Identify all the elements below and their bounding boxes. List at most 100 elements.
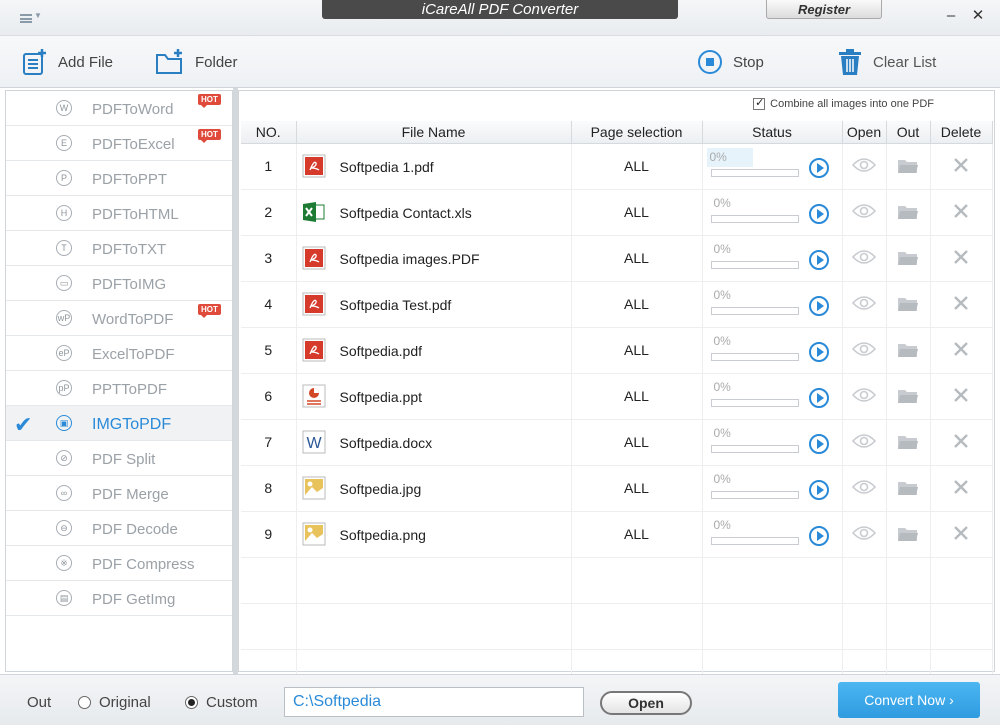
sidebar-item-pdftoimg[interactable]: ▭ PDFToIMG <box>6 266 232 301</box>
add-file-button[interactable]: Add File <box>20 46 113 78</box>
page-selection-cell[interactable]: ALL <box>571 281 703 328</box>
page-selection-cell[interactable]: ALL <box>571 235 703 282</box>
sidebar-item-pdf-split[interactable]: ⊘ PDF Split <box>6 441 232 476</box>
delete-x-icon[interactable] <box>953 249 969 265</box>
table-row[interactable]: 4 Softpedia Test.pdf ALL 0% <box>241 281 993 328</box>
delete-x-icon[interactable] <box>953 341 969 357</box>
start-convert-icon[interactable] <box>808 157 829 178</box>
col-out[interactable]: Out <box>886 121 931 144</box>
custom-radio-dot[interactable] <box>185 696 198 709</box>
sidebar-item-imgtopdf[interactable]: ✔ ▣ IMGToPDF <box>6 406 232 441</box>
start-convert-icon[interactable] <box>808 433 829 454</box>
start-convert-icon[interactable] <box>808 479 829 500</box>
sidebar-item-exceltopdf[interactable]: eP ExcelToPDF <box>6 336 232 371</box>
delete-x-icon[interactable] <box>953 295 969 311</box>
table-row[interactable]: 6 Softpedia.ppt ALL 0% <box>241 373 993 420</box>
delete-x-icon[interactable] <box>953 479 969 495</box>
open-folder-icon[interactable] <box>897 525 919 543</box>
open-folder-icon[interactable] <box>897 203 919 221</box>
table-row[interactable]: 7 W Softpedia.docx ALL 0% <box>241 419 993 466</box>
page-selection-cell[interactable]: ALL <box>571 327 703 374</box>
open-folder-icon[interactable] <box>897 433 919 451</box>
col-page-selection[interactable]: Page selection <box>571 121 703 144</box>
preview-eye-icon[interactable] <box>852 295 876 311</box>
preview-eye-icon[interactable] <box>852 157 876 173</box>
sidebar-item-pdftoppt[interactable]: P PDFToPPT <box>6 161 232 196</box>
sidebar-item-pdf-getimg[interactable]: ▤ PDF GetImg <box>6 581 232 616</box>
delete-x-icon[interactable] <box>953 157 969 173</box>
sidebar-item-pdftoword[interactable]: W PDFToWord HOT <box>6 91 232 126</box>
folder-button[interactable]: Folder <box>155 46 238 78</box>
page-selection-cell[interactable]: ALL <box>571 465 703 512</box>
table-row[interactable]: 1 Softpedia 1.pdf ALL 0% <box>241 143 993 190</box>
open-folder-icon[interactable] <box>897 479 919 497</box>
table-row[interactable]: 8 Softpedia.jpg ALL 0% <box>241 465 993 512</box>
sidebar-item-pdftohtml[interactable]: H PDFToHTML <box>6 196 232 231</box>
original-radio-dot[interactable] <box>78 696 91 709</box>
page-selection-cell[interactable]: ALL <box>571 143 703 190</box>
open-folder-icon[interactable] <box>897 387 919 405</box>
clear-list-button[interactable]: Clear List <box>837 46 936 78</box>
file-name-cell[interactable]: Softpedia.ppt <box>296 373 572 420</box>
file-name-cell[interactable]: Softpedia.pdf <box>296 327 572 374</box>
table-row[interactable]: 9 Softpedia.png ALL 0% <box>241 511 993 558</box>
open-folder-icon[interactable] <box>897 157 919 175</box>
start-convert-icon[interactable] <box>808 341 829 362</box>
close-button[interactable]: ✕ <box>970 8 986 24</box>
delete-x-icon[interactable] <box>953 203 969 219</box>
open-folder-button[interactable]: Open <box>600 691 692 715</box>
col-no[interactable]: NO. <box>241 121 297 144</box>
start-convert-icon[interactable] <box>808 249 829 270</box>
file-name-cell[interactable]: W Softpedia.docx <box>296 419 572 466</box>
page-selection-cell[interactable]: ALL <box>571 189 703 236</box>
delete-x-icon[interactable] <box>953 433 969 449</box>
file-name-cell[interactable]: Softpedia Contact.xls <box>296 189 572 236</box>
col-status[interactable]: Status <box>702 121 843 144</box>
page-selection-cell[interactable]: ALL <box>571 511 703 558</box>
file-name-cell[interactable]: Softpedia 1.pdf <box>296 143 572 190</box>
sidebar-item-pdf-merge[interactable]: ∞ PDF Merge <box>6 476 232 511</box>
stop-button[interactable]: Stop <box>697 46 764 78</box>
col-delete[interactable]: Delete <box>930 121 993 144</box>
sidebar-item-pdf-decode[interactable]: ⊖ PDF Decode <box>6 511 232 546</box>
file-name-cell[interactable]: Softpedia Test.pdf <box>296 281 572 328</box>
sidebar-item-pdf-compress[interactable]: ※ PDF Compress <box>6 546 232 581</box>
preview-eye-icon[interactable] <box>852 479 876 495</box>
file-name-cell[interactable]: Softpedia.jpg <box>296 465 572 512</box>
preview-eye-icon[interactable] <box>852 341 876 357</box>
original-radio[interactable]: Original <box>78 694 151 711</box>
sidebar-item-ppttopdf[interactable]: pP PPTToPDF <box>6 371 232 406</box>
custom-radio[interactable]: Custom <box>185 694 258 711</box>
combine-images-option[interactable]: Combine all images into one PDF <box>753 96 934 110</box>
delete-x-icon[interactable] <box>953 525 969 541</box>
start-convert-icon[interactable] <box>808 387 829 408</box>
menu-icon[interactable]: ▼ <box>20 11 50 25</box>
delete-x-icon[interactable] <box>953 387 969 403</box>
combine-checkbox[interactable] <box>753 96 766 110</box>
preview-eye-icon[interactable] <box>852 525 876 541</box>
register-button[interactable]: Register <box>766 0 882 19</box>
col-open[interactable]: Open <box>842 121 887 144</box>
file-name-cell[interactable]: Softpedia.png <box>296 511 572 558</box>
preview-eye-icon[interactable] <box>852 387 876 403</box>
preview-eye-icon[interactable] <box>852 203 876 219</box>
col-file-name[interactable]: File Name <box>296 121 572 144</box>
table-row[interactable]: 3 Softpedia images.PDF ALL 0% <box>241 235 993 282</box>
open-folder-icon[interactable] <box>897 249 919 267</box>
start-convert-icon[interactable] <box>808 295 829 316</box>
minimize-button[interactable]: – <box>943 8 959 24</box>
page-selection-cell[interactable]: ALL <box>571 419 703 466</box>
table-row[interactable]: 2 Softpedia Contact.xls ALL 0% <box>241 189 993 236</box>
table-row[interactable]: 5 Softpedia.pdf ALL 0% <box>241 327 993 374</box>
start-convert-icon[interactable] <box>808 203 829 224</box>
preview-eye-icon[interactable] <box>852 249 876 265</box>
sidebar-item-pdftotxt[interactable]: T PDFToTXT <box>6 231 232 266</box>
start-convert-icon[interactable] <box>808 525 829 546</box>
convert-now-button[interactable]: Convert Now › <box>838 682 980 718</box>
preview-eye-icon[interactable] <box>852 433 876 449</box>
file-name-cell[interactable]: Softpedia images.PDF <box>296 235 572 282</box>
output-path-input[interactable] <box>284 687 584 717</box>
sidebar-item-pdftoexcel[interactable]: E PDFToExcel HOT <box>6 126 232 161</box>
open-folder-icon[interactable] <box>897 341 919 359</box>
page-selection-cell[interactable]: ALL <box>571 373 703 420</box>
